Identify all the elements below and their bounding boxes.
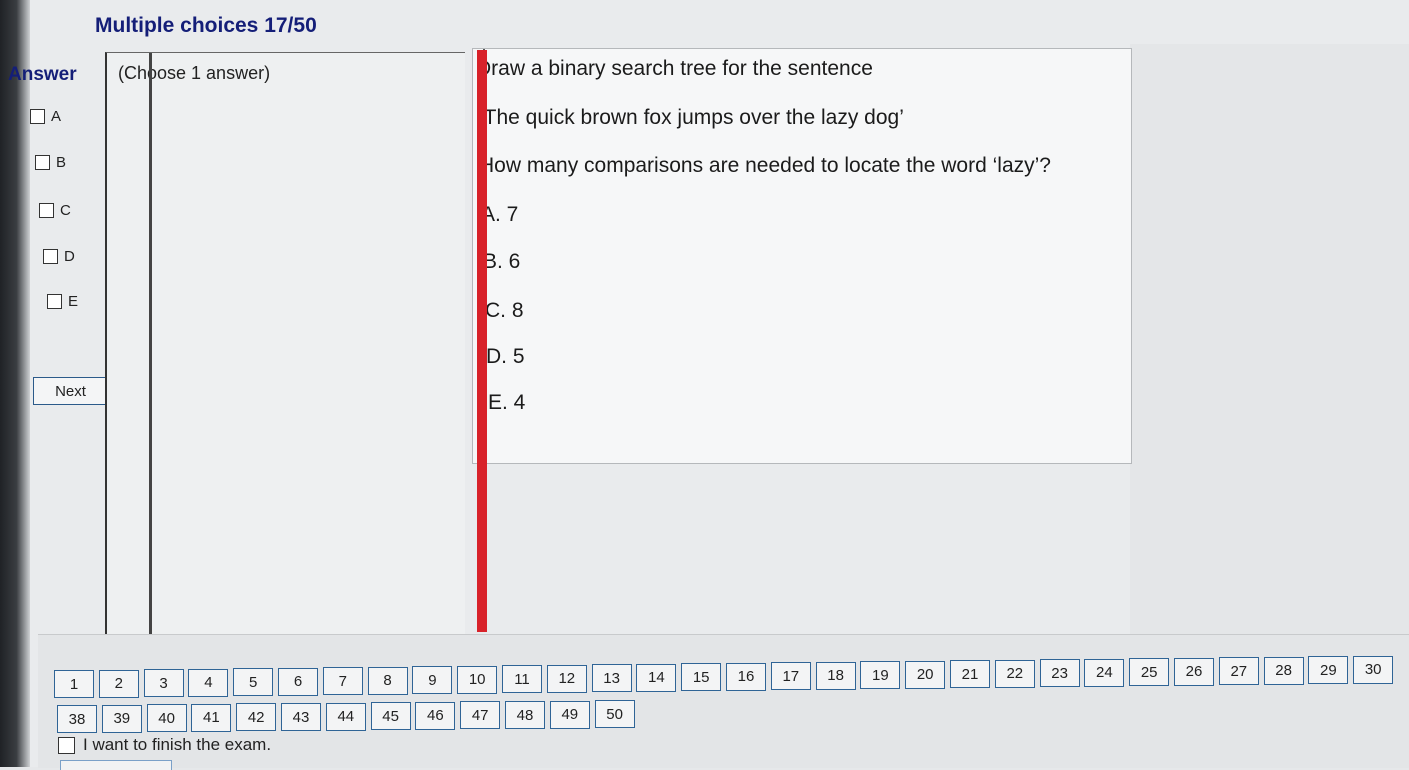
- answer-option-e[interactable]: E: [47, 293, 78, 310]
- choice-text: B. 6: [483, 250, 521, 273]
- answer-option-label: C: [60, 202, 71, 219]
- choose-instruction: (Choose 1 answer): [118, 63, 271, 83]
- question-nav-button[interactable]: 7: [322, 667, 363, 695]
- page-title: Multiple choices 17/50: [95, 14, 317, 37]
- question-nav-button[interactable]: 25: [1129, 658, 1170, 686]
- question-nav-button[interactable]: 49: [549, 700, 590, 729]
- finish-label: I want to finish the exam.: [83, 735, 272, 754]
- finish-checkbox[interactable]: [58, 736, 75, 754]
- question-nav-button[interactable]: 13: [591, 664, 632, 692]
- question-nav-button[interactable]: 47: [460, 701, 501, 730]
- question-nav-button[interactable]: 2: [98, 669, 139, 698]
- partial-button[interactable]: [60, 760, 172, 770]
- answer-option-label: E: [68, 293, 79, 310]
- question-nav-button[interactable]: 48: [505, 701, 545, 729]
- question-nav-button[interactable]: 45: [370, 702, 411, 731]
- question-nav-button[interactable]: 27: [1218, 657, 1259, 685]
- choice-text: E. 4: [488, 391, 526, 414]
- choose-panel: (Choose 1 answer): [105, 52, 465, 635]
- question-line: How many comparisons are needed to locat…: [479, 154, 1051, 177]
- question-nav-button[interactable]: 15: [681, 663, 722, 691]
- question-nav-button[interactable]: 8: [367, 666, 408, 695]
- question-nav-button[interactable]: 9: [412, 666, 453, 694]
- question-line: ‘The quick brown fox jumps over the lazy…: [479, 106, 904, 129]
- question-nav-button[interactable]: 29: [1308, 656, 1349, 684]
- question-nav-button[interactable]: 50: [594, 700, 635, 729]
- question-nav-button[interactable]: 42: [236, 703, 277, 732]
- answer-option-label: B: [56, 154, 67, 171]
- checkbox-a[interactable]: [30, 109, 45, 124]
- question-nav-button[interactable]: 3: [143, 669, 184, 697]
- checkbox-b[interactable]: [35, 155, 50, 170]
- answer-option-d[interactable]: D: [43, 248, 75, 265]
- question-nav-button[interactable]: 19: [860, 661, 901, 689]
- next-button[interactable]: Next: [33, 377, 108, 405]
- question-nav-button[interactable]: 39: [101, 704, 142, 733]
- question-line: Draw a binary search tree for the senten…: [476, 57, 873, 80]
- right-blank-area: [1130, 44, 1409, 634]
- question-nav-button[interactable]: 38: [57, 705, 97, 733]
- question-nav-button[interactable]: 16: [726, 662, 766, 691]
- question-nav-button[interactable]: 43: [281, 703, 321, 731]
- question-nav-button[interactable]: 12: [546, 664, 587, 693]
- question-nav-button[interactable]: 30: [1353, 655, 1394, 684]
- question-nav-button[interactable]: 21: [950, 660, 990, 688]
- question-nav-button[interactable]: 23: [1039, 659, 1080, 687]
- question-nav-button[interactable]: 5: [233, 668, 274, 696]
- question-nav-button[interactable]: 24: [1084, 658, 1125, 687]
- panel-divider: [149, 53, 152, 635]
- answer-option-b[interactable]: B: [35, 154, 66, 171]
- choice-text: D. 5: [486, 345, 525, 368]
- answer-option-c[interactable]: C: [39, 202, 71, 219]
- checkbox-e[interactable]: [47, 294, 62, 309]
- answer-option-label: D: [64, 248, 75, 265]
- question-nav-button[interactable]: 14: [636, 663, 677, 692]
- red-divider-bar: [477, 50, 487, 632]
- checkbox-d[interactable]: [43, 249, 58, 264]
- question-nav-button[interactable]: 10: [457, 665, 498, 694]
- answer-heading: Answer: [8, 64, 77, 85]
- question-panel: Draw a binary search tree for the senten…: [472, 48, 1132, 465]
- question-nav-button[interactable]: 6: [278, 667, 318, 696]
- question-nav-button[interactable]: 28: [1263, 656, 1304, 685]
- question-nav-button[interactable]: 26: [1174, 657, 1214, 686]
- question-nav-button[interactable]: 1: [54, 670, 94, 698]
- answer-option-label: A: [51, 108, 62, 125]
- question-nav-button[interactable]: 40: [146, 704, 187, 733]
- answer-option-a[interactable]: A: [30, 108, 61, 125]
- monitor-bezel: [0, 0, 30, 767]
- question-nav-button[interactable]: 22: [994, 659, 1035, 688]
- checkbox-c[interactable]: [39, 203, 54, 218]
- question-nav-button[interactable]: 41: [191, 703, 232, 732]
- finish-exam-option[interactable]: I want to finish the exam.: [58, 735, 271, 755]
- question-nav-button[interactable]: 20: [905, 660, 946, 689]
- question-nav-button[interactable]: 4: [188, 668, 229, 697]
- question-nav-button[interactable]: 18: [815, 661, 856, 690]
- choice-text: C. 8: [485, 299, 524, 322]
- question-nav-button[interactable]: 46: [415, 701, 456, 730]
- question-nav-button[interactable]: 44: [325, 702, 366, 731]
- question-nav-button[interactable]: 11: [502, 665, 542, 693]
- question-nav-button[interactable]: 17: [770, 662, 811, 690]
